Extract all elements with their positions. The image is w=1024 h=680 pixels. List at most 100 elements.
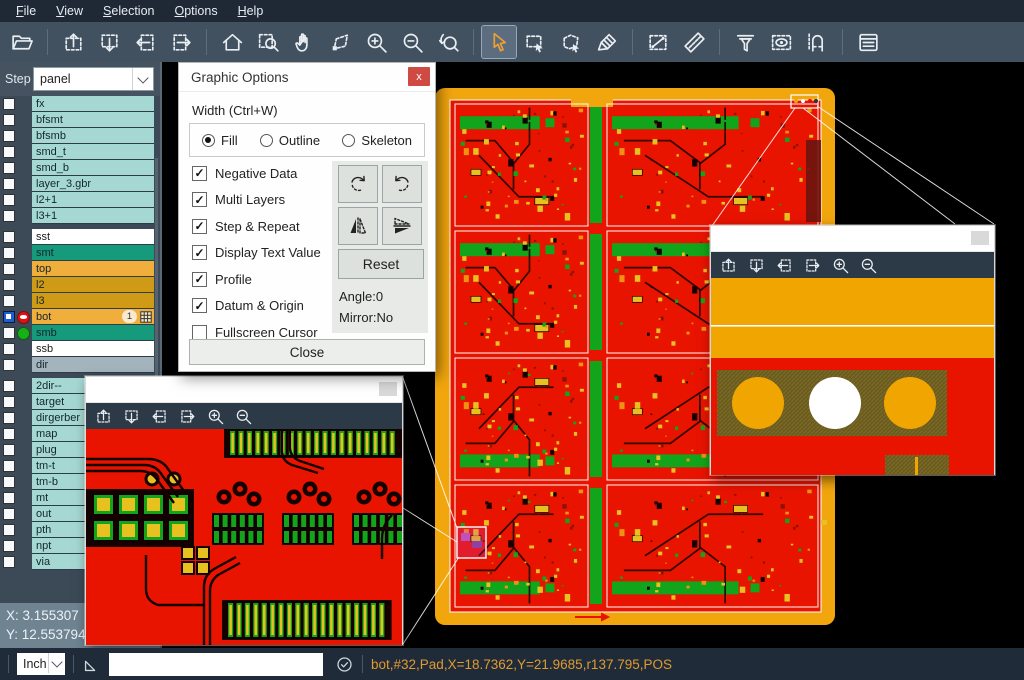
- layer-checkbox[interactable]: [3, 311, 15, 323]
- checkbox-multi-layers[interactable]: ✓Multi Layers: [192, 192, 321, 208]
- layer-name[interactable]: bfsmb: [32, 128, 154, 144]
- layer-checkbox[interactable]: [3, 556, 15, 568]
- zoom-in-button[interactable]: [201, 405, 229, 427]
- layer-on-icon[interactable]: [17, 327, 30, 340]
- layer-row[interactable]: fx: [0, 96, 160, 112]
- layer-row[interactable]: l3: [0, 293, 160, 309]
- layer-checkbox[interactable]: [3, 295, 15, 307]
- checkbox-step-repeat[interactable]: ✓Step & Repeat: [192, 218, 321, 234]
- radio-button-icon[interactable]: [260, 134, 273, 147]
- checkbox-icon[interactable]: ✓: [192, 272, 207, 287]
- hand-pan-button[interactable]: [287, 26, 321, 58]
- measure-button[interactable]: [641, 26, 675, 58]
- pan-up-button[interactable]: [56, 26, 90, 58]
- radio-outline[interactable]: Outline: [260, 133, 320, 148]
- magnifier-1-titlebar[interactable]: [86, 377, 402, 403]
- layer-checkbox[interactable]: [3, 524, 15, 536]
- dialog-close-button[interactable]: x: [408, 67, 430, 86]
- layer-checkbox[interactable]: [3, 476, 15, 488]
- radio-button-icon[interactable]: [342, 134, 355, 147]
- checkbox-datum-origin[interactable]: ✓Datum & Origin: [192, 298, 321, 314]
- menu-item-view[interactable]: View: [46, 2, 93, 20]
- layer-checkbox[interactable]: [3, 359, 15, 371]
- checkbox-icon[interactable]: ✓: [192, 245, 207, 260]
- layer-name[interactable]: smd_b: [32, 160, 154, 176]
- pan-down-button[interactable]: [92, 26, 126, 58]
- filter-button[interactable]: [728, 26, 762, 58]
- layer-name[interactable]: bfsmt: [32, 112, 154, 128]
- zoom-out-button[interactable]: [229, 405, 257, 427]
- layer-checkbox[interactable]: [3, 508, 15, 520]
- layer-row[interactable]: bot1: [0, 309, 160, 325]
- layer-row[interactable]: smt: [0, 245, 160, 261]
- menu-item-selection[interactable]: Selection: [93, 2, 164, 20]
- flip-vertical-button[interactable]: [382, 207, 422, 245]
- magnifier-1-view[interactable]: [86, 429, 402, 645]
- layer-name[interactable]: fx: [32, 96, 154, 112]
- checkbox-icon[interactable]: ✓: [192, 192, 207, 207]
- zoom-in-button[interactable]: [359, 26, 393, 58]
- zoom-in-button[interactable]: [826, 254, 854, 276]
- layer-row[interactable]: sst: [0, 229, 160, 245]
- apply-check-icon[interactable]: [335, 655, 354, 674]
- layer-name[interactable]: ssb: [32, 341, 154, 357]
- layer-row[interactable]: smd_t: [0, 144, 160, 160]
- zoom-out-button[interactable]: [395, 26, 429, 58]
- radio-skeleton[interactable]: Skeleton: [342, 133, 412, 148]
- layer-checkbox[interactable]: [3, 396, 15, 408]
- unit-select[interactable]: Inch: [17, 653, 65, 675]
- drag-view-button[interactable]: [323, 26, 357, 58]
- layer-checkbox[interactable]: [3, 380, 15, 392]
- layer-checkbox[interactable]: [3, 460, 15, 472]
- pan-down-button[interactable]: [742, 254, 770, 276]
- rotate-ccw-button[interactable]: [382, 165, 422, 203]
- layer-row[interactable]: bfsmt: [0, 112, 160, 128]
- layer-checkbox[interactable]: [3, 130, 15, 142]
- radio-fill[interactable]: Fill: [202, 133, 238, 148]
- magnifier-1-menu-button[interactable]: [379, 382, 397, 396]
- grid-icon[interactable]: [140, 311, 152, 323]
- command-input[interactable]: [109, 653, 323, 676]
- layer-checkbox[interactable]: [3, 231, 15, 243]
- layer-row[interactable]: bfsmb: [0, 128, 160, 144]
- layer-name[interactable]: smt: [32, 245, 154, 261]
- step-select[interactable]: panel: [33, 67, 154, 91]
- layer-name[interactable]: smb: [32, 325, 154, 341]
- layer-row[interactable]: l3+1: [0, 208, 160, 224]
- rect-select-button[interactable]: [518, 26, 552, 58]
- zoom-area-button[interactable]: [251, 26, 285, 58]
- layer-name[interactable]: sst: [32, 229, 154, 245]
- layer-row[interactable]: l2: [0, 277, 160, 293]
- layer-name[interactable]: dir: [32, 357, 154, 373]
- layer-name[interactable]: l3+1: [32, 208, 154, 224]
- pan-up-button[interactable]: [714, 254, 742, 276]
- pan-right-button[interactable]: [798, 254, 826, 276]
- layer-name[interactable]: top: [32, 261, 154, 277]
- layer-checkbox[interactable]: [3, 492, 15, 504]
- pan-left-button[interactable]: [770, 254, 798, 276]
- layer-name[interactable]: l2+1: [32, 192, 154, 208]
- layer-name[interactable]: l3: [32, 293, 154, 309]
- checkbox-negative-data[interactable]: ✓Negative Data: [192, 165, 321, 181]
- layer-checkbox[interactable]: [3, 444, 15, 456]
- layer-name[interactable]: bot1: [32, 309, 154, 325]
- layer-checkbox[interactable]: [3, 540, 15, 552]
- checkbox-icon[interactable]: ✓: [192, 298, 207, 313]
- corner-angle-icon[interactable]: [82, 655, 101, 674]
- layer-row[interactable]: ssb: [0, 341, 160, 357]
- layer-checkbox[interactable]: [3, 343, 15, 355]
- snap-button[interactable]: [800, 26, 834, 58]
- layer-checkbox[interactable]: [3, 279, 15, 291]
- layer-name[interactable]: l2: [32, 277, 154, 293]
- magnifier-2-menu-button[interactable]: [971, 231, 989, 245]
- pan-down-button[interactable]: [117, 405, 145, 427]
- zoom-previous-button[interactable]: [431, 26, 465, 58]
- layer-checkbox[interactable]: [3, 263, 15, 275]
- pan-left-button[interactable]: [145, 405, 173, 427]
- pan-left-button[interactable]: [128, 26, 162, 58]
- layer-checkbox[interactable]: [3, 98, 15, 110]
- chevron-down-icon[interactable]: [48, 653, 65, 673]
- reset-button[interactable]: Reset: [338, 249, 424, 279]
- layer-checkbox[interactable]: [3, 114, 15, 126]
- report-button[interactable]: [851, 26, 885, 58]
